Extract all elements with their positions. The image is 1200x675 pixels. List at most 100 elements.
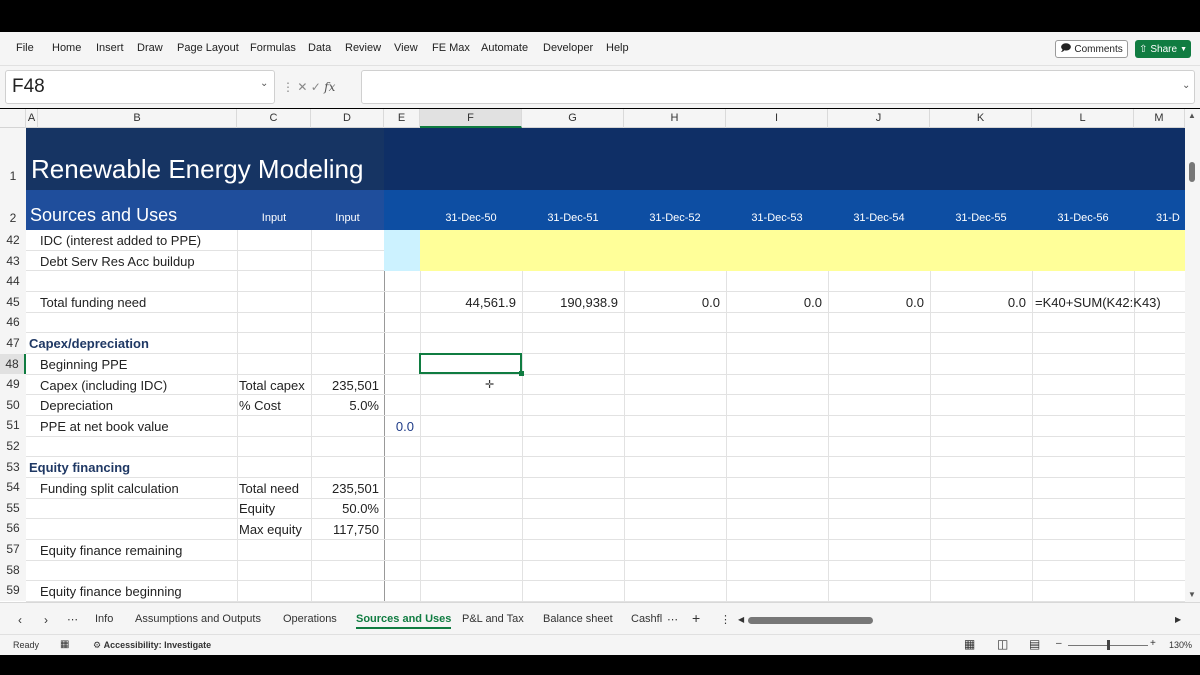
row-header-55[interactable]: 55 <box>0 497 26 519</box>
cell-e51[interactable]: 0.0 <box>384 419 414 434</box>
tab-formulas[interactable]: Formulas <box>250 42 296 54</box>
column-header-g[interactable]: G <box>522 109 624 128</box>
row-header-42[interactable]: 42 <box>0 230 26 251</box>
tab-view[interactable]: View <box>394 42 418 54</box>
column-header-a[interactable]: A <box>26 109 38 128</box>
cell-c56[interactable]: Max equity <box>239 522 302 537</box>
vertical-scrollbar[interactable]: ▲ ▼ <box>1185 109 1200 602</box>
select-all-corner[interactable] <box>0 109 26 128</box>
row-header-44[interactable]: 44 <box>0 271 26 292</box>
column-header-b[interactable]: B <box>38 109 237 128</box>
column-header-i[interactable]: I <box>726 109 828 128</box>
cell-c50[interactable]: % Cost <box>239 398 281 413</box>
cell-d55[interactable]: 50.0% <box>311 501 379 516</box>
cell-d49[interactable]: 235,501 <box>311 378 379 393</box>
scroll-left-icon[interactable]: ◀ <box>738 615 744 624</box>
zoom-level[interactable]: 130% <box>1169 640 1192 650</box>
cell-c55[interactable]: Equity <box>239 501 275 516</box>
more-tabs-icon[interactable]: ⋯ <box>667 613 678 626</box>
more-icon[interactable]: ⋮ <box>282 80 294 94</box>
chevron-down-icon[interactable]: ⌄ <box>260 78 268 89</box>
cell-d54[interactable]: 235,501 <box>311 481 379 496</box>
name-box[interactable]: F48 <box>5 70 275 104</box>
tab-insert[interactable]: Insert <box>96 42 124 54</box>
row-header-49[interactable]: 49 <box>0 374 26 395</box>
column-header-j[interactable]: J <box>828 109 930 128</box>
sheet-subtitle[interactable]: Sources and Uses <box>30 205 177 226</box>
zoom-in-icon[interactable]: + <box>1150 638 1156 649</box>
column-header-k[interactable]: K <box>930 109 1032 128</box>
cell-k45[interactable]: 0.0 <box>930 295 1026 310</box>
comments-button[interactable]: 🗩 Comments <box>1055 40 1128 58</box>
accessibility-status[interactable]: ⚙ Accessibility: Investigate <box>93 640 211 651</box>
sheet-tab-assumptions[interactable]: Assumptions and Outputs <box>135 613 261 625</box>
tab-developer[interactable]: Developer <box>543 42 593 54</box>
tab-review[interactable]: Review <box>345 42 381 54</box>
insert-function-icon[interactable]: fx <box>324 80 335 94</box>
fill-handle[interactable] <box>519 371 524 376</box>
scroll-up-icon[interactable]: ▲ <box>1188 111 1196 120</box>
column-header-c[interactable]: C <box>237 109 311 128</box>
cell-h45[interactable]: 0.0 <box>624 295 720 310</box>
zoom-out-icon[interactable]: – <box>1056 638 1062 649</box>
sheet-tab-pl-and-tax[interactable]: P&L and Tax <box>462 613 524 625</box>
column-header-l[interactable]: L <box>1032 109 1134 128</box>
cell-g45[interactable]: 190,938.9 <box>522 295 618 310</box>
cell-b45[interactable]: Total funding need <box>40 295 146 310</box>
cell-b42[interactable]: IDC (interest added to PPE) <box>40 233 201 248</box>
row-header-50[interactable]: 50 <box>0 394 26 416</box>
tab-draw[interactable]: Draw <box>137 42 163 54</box>
date-header[interactable]: 31-Dec-52 <box>624 212 726 224</box>
cell-j45[interactable]: 0.0 <box>828 295 924 310</box>
row-header-53[interactable]: 53 <box>0 456 26 478</box>
row-header-43[interactable]: 43 <box>0 250 26 272</box>
scroll-right-icon[interactable]: ▶ <box>1175 615 1181 624</box>
normal-view-icon[interactable]: ▦ <box>964 637 975 651</box>
formula-input[interactable] <box>361 70 1195 104</box>
row-header-56[interactable]: 56 <box>0 518 26 539</box>
cell-l45-formula[interactable]: =K40+SUM(K42:K43) <box>1035 295 1161 310</box>
horizontal-scroll-thumb[interactable] <box>748 617 873 624</box>
cell-b59[interactable]: Equity finance beginning <box>40 584 182 599</box>
row-header-1[interactable]: 1 <box>0 128 26 190</box>
sheet-tab-sources-and-uses[interactable]: Sources and Uses <box>356 613 452 629</box>
cell-c54[interactable]: Total need <box>239 481 299 496</box>
expand-formula-icon[interactable]: ⌄ <box>1182 80 1190 91</box>
cell-b43[interactable]: Debt Serv Res Acc buildup <box>40 254 195 269</box>
input-label-c[interactable]: Input <box>237 212 311 224</box>
row-header-48[interactable]: 48 <box>0 353 26 375</box>
page-layout-view-icon[interactable]: ◫ <box>997 637 1008 651</box>
row-header-47[interactable]: 47 <box>0 333 26 354</box>
cell-i45[interactable]: 0.0 <box>726 295 822 310</box>
more-sheets-icon[interactable]: ⋯ <box>67 613 78 626</box>
macro-record-icon[interactable]: ▦ <box>60 639 69 650</box>
date-header[interactable]: 31-Dec-53 <box>726 212 828 224</box>
section-equity-financing[interactable]: Equity financing <box>29 460 130 475</box>
prev-sheet-icon[interactable]: ‹ <box>18 613 22 627</box>
section-capex-depreciation[interactable]: Capex/depreciation <box>29 336 149 351</box>
row-header-52[interactable]: 52 <box>0 436 26 457</box>
row-header-59[interactable]: 59 <box>0 580 26 601</box>
tab-home[interactable]: Home <box>52 42 81 54</box>
worksheet-grid[interactable]: 1 2 42 43 44 45 46 47 48 49 50 51 52 53 … <box>0 128 1200 602</box>
scroll-down-icon[interactable]: ▼ <box>1188 590 1196 599</box>
column-header-h[interactable]: H <box>624 109 726 128</box>
cell-c49[interactable]: Total capex <box>239 378 305 393</box>
cell-b48[interactable]: Beginning PPE <box>40 357 127 372</box>
row-header-46[interactable]: 46 <box>0 312 26 333</box>
tab-automate[interactable]: Automate <box>481 42 528 54</box>
confirm-icon[interactable]: ✓ <box>311 80 321 94</box>
tab-data[interactable]: Data <box>308 42 331 54</box>
cell-d56[interactable]: 117,750 <box>311 522 379 537</box>
column-header-m[interactable]: M <box>1134 109 1185 128</box>
vertical-scroll-thumb[interactable] <box>1189 162 1195 182</box>
row-header-51[interactable]: 51 <box>0 415 26 436</box>
input-label-d[interactable]: Input <box>311 212 384 224</box>
cell-d50[interactable]: 5.0% <box>311 398 379 413</box>
cell-b49[interactable]: Capex (including IDC) <box>40 378 167 393</box>
sheet-tab-operations[interactable]: Operations <box>283 613 337 625</box>
zoom-slider-thumb[interactable] <box>1107 640 1110 650</box>
sheet-tab-info[interactable]: Info <box>95 613 113 625</box>
active-cell-f48[interactable] <box>419 353 522 374</box>
column-header-f[interactable]: F <box>420 109 522 128</box>
